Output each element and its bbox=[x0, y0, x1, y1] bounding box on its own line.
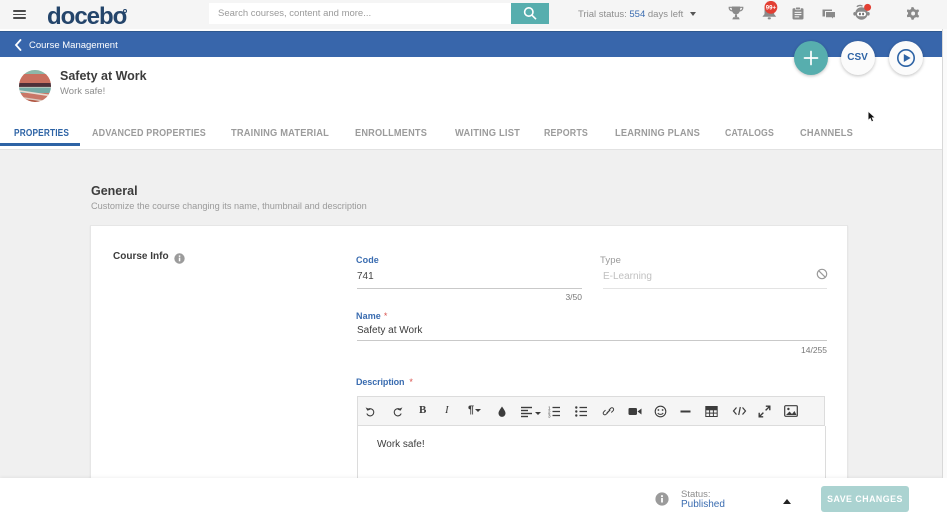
svg-text:3: 3 bbox=[548, 413, 551, 418]
svg-text:99+: 99+ bbox=[766, 6, 777, 12]
